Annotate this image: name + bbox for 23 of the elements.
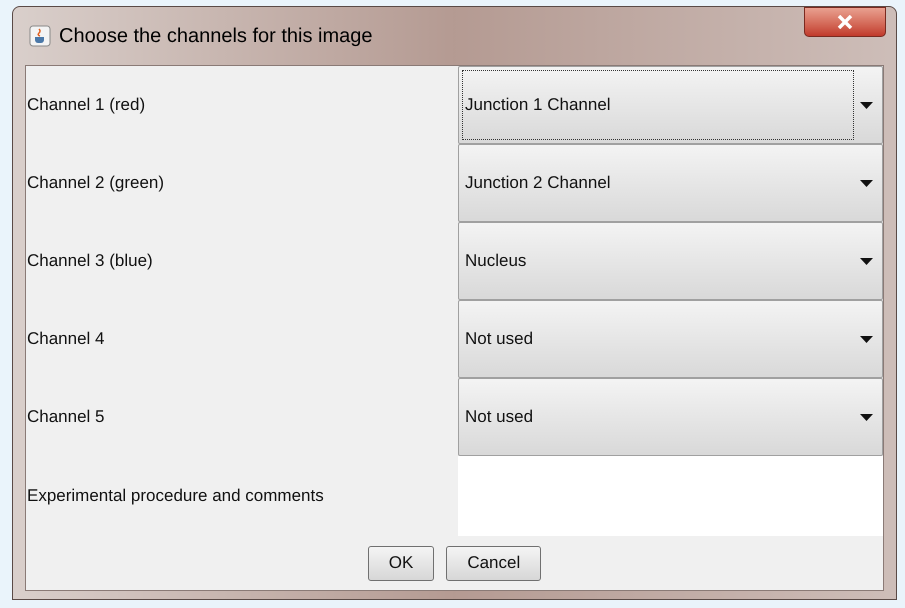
window-title: Choose the channels for this image <box>59 24 373 49</box>
dropdown-arrow-icon <box>860 336 873 342</box>
close-button[interactable] <box>804 7 886 37</box>
dialog-button[interactable]: Cancel <box>446 546 542 580</box>
dropdown-arrow-icon <box>860 258 873 264</box>
channel-dropdown[interactable]: Junction 2 Channel <box>458 144 883 222</box>
java-cup-icon <box>29 25 51 47</box>
channel-label: Channel 2 (green) <box>26 172 166 194</box>
dropdown-arrow-icon <box>860 180 873 186</box>
channel-label: Channel 1 (red) <box>26 94 146 116</box>
channel-dropdown[interactable]: Not used <box>458 378 883 456</box>
close-icon <box>837 15 853 29</box>
channel-label: Channel 5 <box>26 406 106 428</box>
comments-label: Experimental procedure and comments <box>26 485 325 508</box>
channel-label: Channel 3 (blue) <box>26 250 154 272</box>
dialog-button[interactable]: OK <box>368 546 434 580</box>
dropdown-arrow-icon <box>860 102 873 108</box>
channel-dropdown[interactable]: Not used <box>458 300 883 378</box>
dropdown-arrow-icon <box>860 414 873 420</box>
channel-dropdown[interactable]: Nucleus <box>458 222 883 300</box>
channel-dropdown[interactable]: Junction 1 Channel <box>458 66 883 144</box>
channel-label: Channel 4 <box>26 328 106 350</box>
comments-field[interactable] <box>458 456 883 536</box>
